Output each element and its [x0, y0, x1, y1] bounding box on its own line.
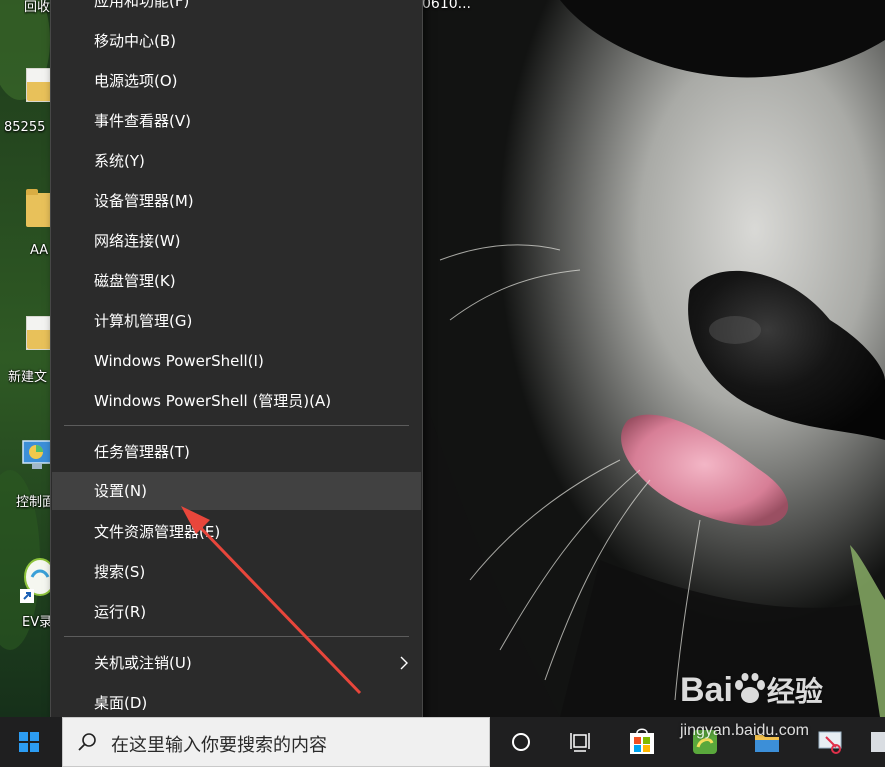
menu-item-label: 磁盘管理(K): [94, 272, 176, 290]
cortana-button[interactable]: [495, 717, 545, 767]
watermark-brand: Bai 经验: [680, 671, 823, 709]
menu-item-apps-and-features[interactable]: 应用和功能(F): [52, 0, 421, 20]
start-button[interactable]: [0, 717, 58, 767]
menu-item-mobility-center[interactable]: 移动中心(B): [52, 22, 421, 60]
menu-item-label: 桌面(D): [94, 694, 148, 712]
menu-item-event-viewer[interactable]: 事件查看器(V): [52, 102, 421, 140]
store-button[interactable]: [617, 717, 667, 767]
menu-item-powershell[interactable]: Windows PowerShell(I): [52, 342, 421, 380]
winx-context-menu: 应用和功能(F) 移动中心(B) 电源选项(O) 事件查看器(V) 系统(Y) …: [50, 0, 423, 731]
menu-item-label: 计算机管理(G): [94, 312, 193, 330]
menu-item-power-options[interactable]: 电源选项(O): [52, 62, 421, 100]
menu-item-label: 搜索(S): [94, 563, 146, 581]
menu-item-task-manager[interactable]: 任务管理器(T): [52, 433, 421, 471]
paw-icon: [734, 673, 765, 703]
menu-item-label: 设备管理器(M): [94, 192, 194, 210]
menu-item-label: 关机或注销(U): [94, 654, 192, 672]
menu-item-powershell-admin[interactable]: Windows PowerShell (管理员)(A): [52, 382, 421, 420]
cortana-icon: [512, 733, 530, 751]
menu-item-label: 网络连接(W): [94, 232, 181, 250]
menu-item-label: 任务管理器(T): [94, 443, 190, 461]
menu-item-label: 设置(N): [94, 482, 147, 500]
menu-item-label: 系统(Y): [94, 152, 145, 170]
chevron-right-icon: [400, 656, 408, 670]
menu-item-label: Windows PowerShell(I): [94, 352, 264, 370]
menu-item-file-explorer[interactable]: 文件资源管理器(E): [52, 513, 421, 551]
store-icon: [630, 728, 654, 754]
watermark-url: jingyan.baidu.com: [680, 722, 809, 739]
windows-logo-icon: [19, 732, 39, 752]
search-placeholder: 在这里输入你要搜索的内容: [111, 735, 327, 756]
menu-item-device-manager[interactable]: 设备管理器(M): [52, 182, 421, 220]
menu-item-label: 运行(R): [94, 603, 147, 621]
menu-item-label: 事件查看器(V): [94, 112, 191, 130]
menu-item-settings[interactable]: 设置(N): [52, 472, 421, 510]
menu-item-computer-management[interactable]: 计算机管理(G): [52, 302, 421, 340]
menu-item-search[interactable]: 搜索(S): [52, 553, 421, 591]
menu-item-shutdown-signout[interactable]: 关机或注销(U): [52, 644, 421, 682]
taskbar-search-box[interactable]: 在这里输入你要搜索的内容: [62, 717, 490, 767]
menu-separator: [64, 425, 409, 426]
menu-item-label: 应用和功能(F): [94, 0, 190, 10]
task-view-icon: [570, 733, 590, 752]
menu-item-label: 电源选项(O): [94, 72, 178, 90]
baidu-jingyan-watermark: Bai 经验 jingyan.baidu.com: [680, 670, 885, 760]
menu-item-system[interactable]: 系统(Y): [52, 142, 421, 180]
menu-item-label: 移动中心(B): [94, 32, 176, 50]
menu-item-run[interactable]: 运行(R): [52, 593, 421, 631]
menu-item-disk-management[interactable]: 磁盘管理(K): [52, 262, 421, 300]
search-icon: [78, 733, 96, 751]
control-panel-icon: [22, 440, 52, 469]
menu-item-label: Windows PowerShell (管理员)(A): [94, 392, 332, 410]
menu-item-network-connections[interactable]: 网络连接(W): [52, 222, 421, 260]
menu-item-label: 文件资源管理器(E): [94, 523, 221, 541]
desktop-file-label[interactable]: 0610...: [422, 0, 471, 12]
task-view-button[interactable]: [555, 717, 605, 767]
menu-separator: [64, 636, 409, 637]
